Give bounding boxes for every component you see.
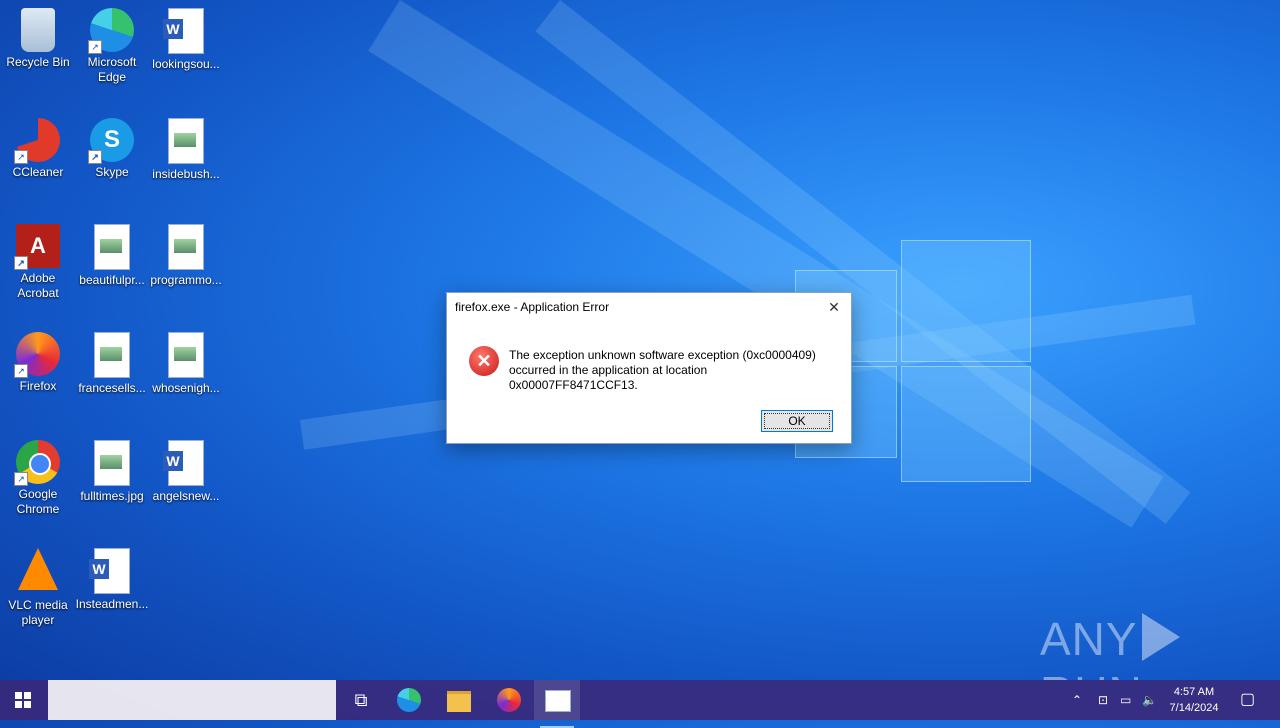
desktop-icon-adobe-acrobat[interactable]: A ↗ Adobe Acrobat bbox=[0, 224, 76, 301]
chevron-up-icon: ⌃ bbox=[1072, 693, 1083, 707]
image-file-icon bbox=[168, 224, 204, 270]
skype-icon: S ↗ bbox=[88, 118, 134, 164]
window-icon bbox=[545, 690, 571, 712]
word-document-icon: W bbox=[163, 440, 204, 486]
clock-date: 7/14/2024 bbox=[1169, 702, 1219, 714]
clock-time: 4:57 AM bbox=[1173, 686, 1215, 698]
icon-label: francesells... bbox=[78, 381, 146, 395]
image-file-icon bbox=[94, 224, 130, 270]
close-icon[interactable]: ✕ bbox=[823, 296, 845, 318]
desktop-icon-file[interactable]: whosenigh... bbox=[148, 332, 224, 396]
icon-label: fulltimes.jpg bbox=[80, 489, 144, 503]
watermark-right: RUN bbox=[1040, 667, 1143, 680]
ccleaner-icon: ↗ bbox=[14, 118, 60, 164]
firefox-icon bbox=[497, 688, 521, 712]
folder-icon bbox=[447, 691, 471, 712]
taskbar-error-window[interactable] bbox=[534, 680, 580, 728]
tray-network[interactable]: ⊡ bbox=[1098, 680, 1108, 720]
desktop-icon-skype[interactable]: S ↗ Skype bbox=[74, 118, 150, 180]
edge-icon bbox=[397, 688, 421, 712]
shortcut-arrow-icon: ↗ bbox=[88, 40, 102, 54]
shortcut-arrow-icon: ↗ bbox=[14, 472, 28, 486]
desktop-icon-google-chrome[interactable]: ↗ Google Chrome bbox=[0, 440, 76, 517]
monitor-icon: ▭ bbox=[1120, 693, 1132, 707]
action-center-button[interactable]: ▢ bbox=[1240, 680, 1255, 720]
notification-icon: ▢ bbox=[1240, 691, 1256, 708]
application-error-dialog: firefox.exe - Application Error ✕ ✕ The … bbox=[446, 292, 852, 444]
word-document-icon: W bbox=[89, 548, 130, 594]
windows-start-icon bbox=[15, 692, 31, 708]
network-icon: ⊡ bbox=[1098, 693, 1109, 707]
icon-label: Skype bbox=[95, 165, 129, 179]
taskbar-search-box[interactable] bbox=[48, 680, 336, 720]
word-document-icon: W bbox=[163, 8, 204, 54]
shortcut-arrow-icon: ↗ bbox=[88, 150, 102, 164]
shortcut-arrow-icon: ↗ bbox=[14, 150, 28, 164]
icon-label: VLC media player bbox=[8, 598, 68, 627]
desktop-icon-file[interactable]: W Insteadmen... bbox=[74, 548, 150, 612]
anyrun-watermark: ANY RUN bbox=[1040, 612, 1280, 680]
firefox-icon: ↗ bbox=[14, 332, 60, 378]
icon-label: whosenigh... bbox=[152, 381, 220, 395]
desktop-icon-firefox[interactable]: ↗ Firefox bbox=[0, 332, 76, 394]
desktop-icon-file[interactable]: insidebush... bbox=[148, 118, 224, 182]
taskbar-firefox[interactable] bbox=[486, 680, 532, 720]
icon-label: CCleaner bbox=[12, 165, 64, 179]
icon-label: programmo... bbox=[150, 273, 222, 287]
play-triangle-icon bbox=[1141, 613, 1180, 661]
task-view-icon: ⧉ bbox=[354, 690, 368, 710]
image-file-icon bbox=[94, 332, 130, 378]
taskbar-file-explorer[interactable] bbox=[436, 680, 482, 720]
taskbar: ⧉ ⌃ ⊡ ▭ 🔈 4:57 AM 7/14/2024 ▢ bbox=[0, 680, 1280, 728]
icon-label: lookingsou... bbox=[152, 57, 220, 71]
volume-icon: 🔈 bbox=[1142, 693, 1157, 707]
error-icon: ✕ bbox=[469, 346, 499, 376]
desktop-icon-microsoft-edge[interactable]: ↗ Microsoft Edge bbox=[74, 8, 150, 85]
icon-label: beautifulpr... bbox=[79, 273, 145, 287]
ok-button[interactable]: OK bbox=[761, 410, 833, 432]
icon-label: Insteadmen... bbox=[75, 597, 149, 611]
vlc-icon bbox=[18, 548, 58, 590]
dialog-title: firefox.exe - Application Error bbox=[455, 300, 610, 314]
error-message: The exception unknown software exception… bbox=[509, 348, 816, 392]
desktop-icon-file[interactable]: W lookingsou... bbox=[148, 8, 224, 72]
icon-label: Google Chrome bbox=[16, 487, 60, 516]
shortcut-arrow-icon: ↗ bbox=[14, 364, 28, 378]
image-file-icon bbox=[94, 440, 130, 486]
desktop-icon-vlc[interactable]: VLC media player bbox=[0, 548, 76, 628]
desktop-icon-file[interactable]: programmo... bbox=[148, 224, 224, 288]
icon-label: Firefox bbox=[19, 379, 57, 393]
image-file-icon bbox=[168, 332, 204, 378]
taskbar-edge[interactable] bbox=[386, 680, 432, 720]
desktop: Recycle Bin ↗ CCleaner A ↗ Adobe Acrobat … bbox=[0, 0, 1280, 680]
image-file-icon bbox=[168, 118, 204, 164]
watermark-left: ANY bbox=[1040, 613, 1138, 665]
recycle-bin-icon bbox=[21, 8, 55, 52]
chrome-icon: ↗ bbox=[14, 440, 60, 486]
icon-label: insidebush... bbox=[152, 167, 220, 181]
shortcut-arrow-icon: ↗ bbox=[14, 256, 28, 270]
wallpaper-beam bbox=[368, 0, 1164, 528]
desktop-icon-file[interactable]: francesells... bbox=[74, 332, 150, 396]
icon-label: Recycle Bin bbox=[6, 55, 70, 69]
adobe-acrobat-icon: A ↗ bbox=[14, 224, 60, 270]
show-hidden-icons[interactable]: ⌃ bbox=[1072, 680, 1082, 720]
desktop-icon-file[interactable]: fulltimes.jpg bbox=[74, 440, 150, 504]
tray-monitor[interactable]: ▭ bbox=[1120, 680, 1131, 720]
icon-label: Adobe Acrobat bbox=[17, 271, 59, 300]
icon-label: Microsoft Edge bbox=[87, 55, 137, 84]
desktop-icon-file[interactable]: beautifulpr... bbox=[74, 224, 150, 288]
desktop-icon-ccleaner[interactable]: ↗ CCleaner bbox=[0, 118, 76, 180]
start-button[interactable] bbox=[0, 680, 46, 720]
desktop-icon-file[interactable]: W angelsnew... bbox=[148, 440, 224, 504]
icon-label: angelsnew... bbox=[152, 489, 220, 503]
taskbar-clock[interactable]: 4:57 AM 7/14/2024 bbox=[1164, 684, 1224, 716]
edge-icon: ↗ bbox=[88, 8, 134, 54]
desktop-icon-recycle-bin[interactable]: Recycle Bin bbox=[0, 8, 76, 70]
task-view-button[interactable]: ⧉ bbox=[338, 680, 384, 720]
tray-volume[interactable]: 🔈 bbox=[1142, 680, 1157, 720]
